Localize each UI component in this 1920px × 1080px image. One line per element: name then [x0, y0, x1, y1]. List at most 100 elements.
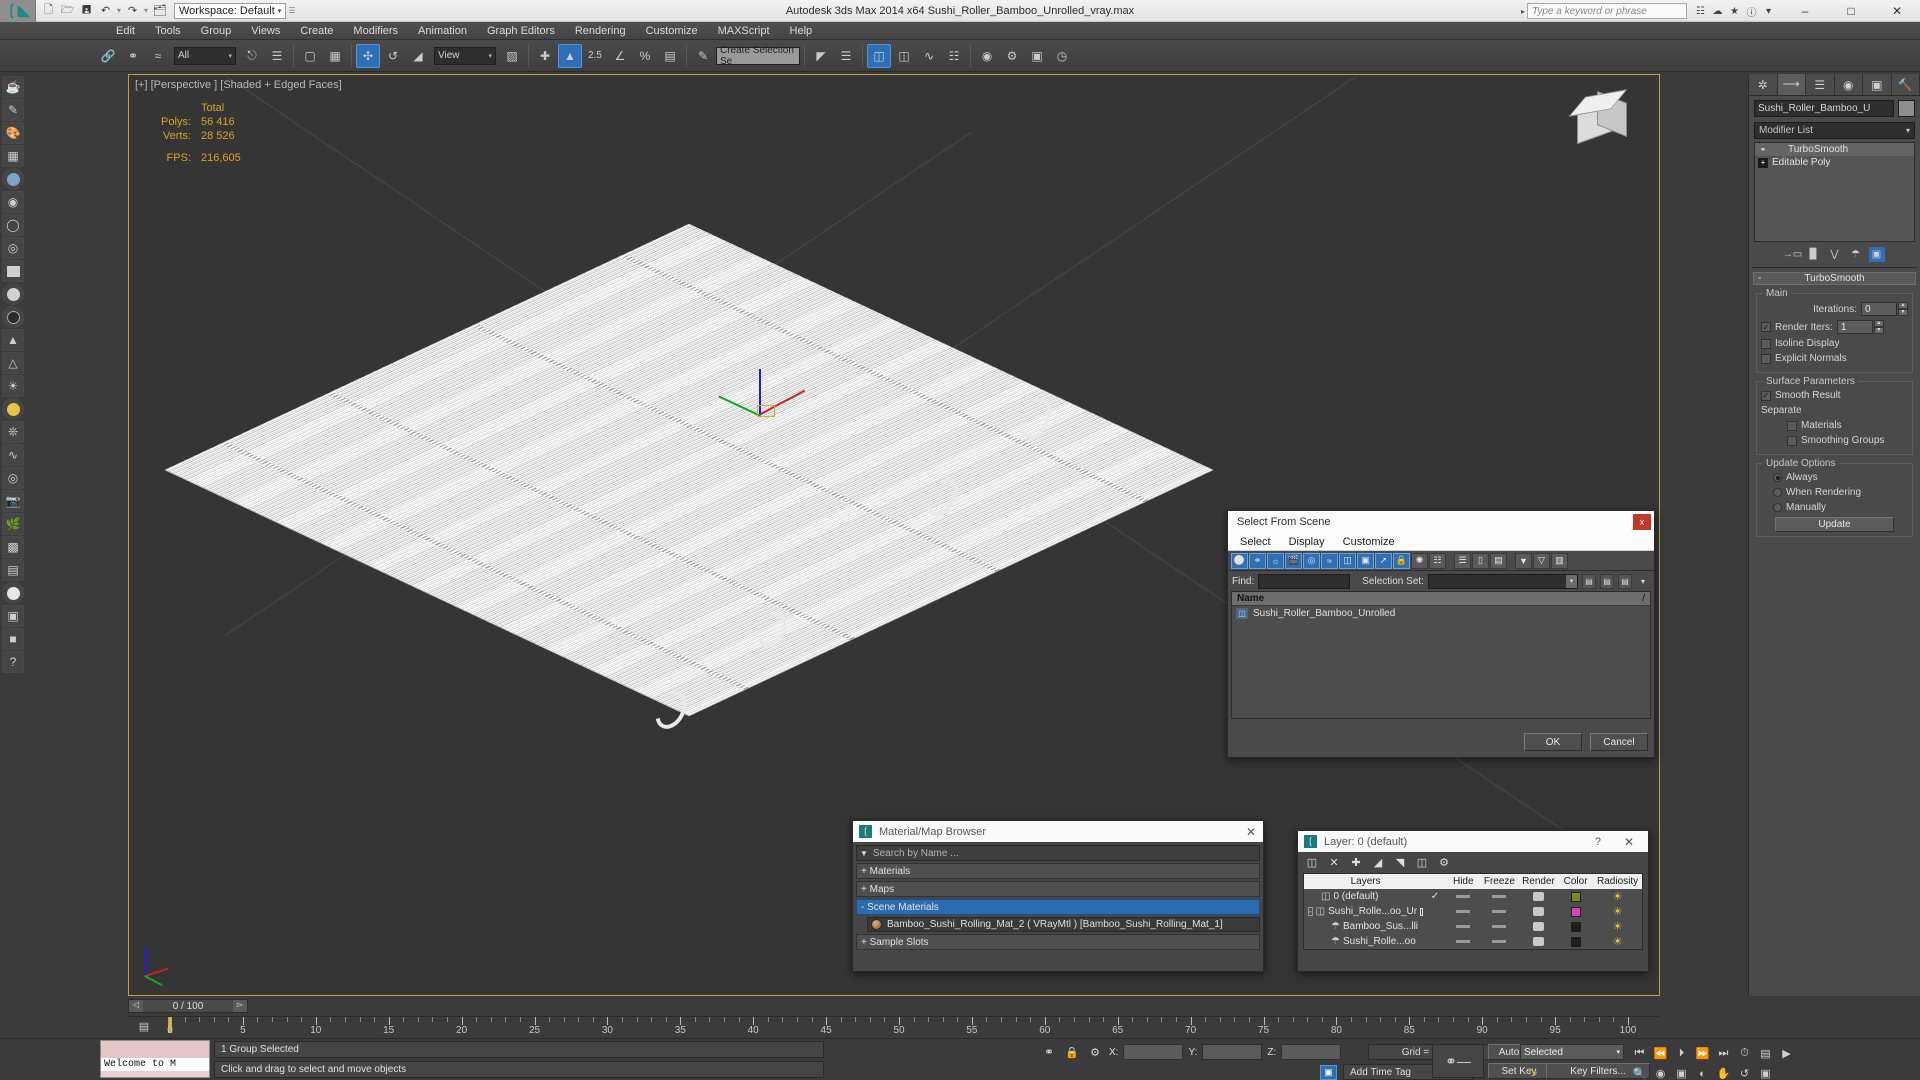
- show-end-result-icon[interactable]: ▉: [1806, 247, 1822, 262]
- layer-radiosity-icon[interactable]: ☀: [1593, 919, 1642, 934]
- explicit-normals-row[interactable]: Explicit Normals: [1761, 353, 1908, 364]
- workspace-menu-icon[interactable]: ☰: [288, 6, 295, 15]
- rectangular-selection-region-icon[interactable]: ▢: [298, 44, 322, 68]
- material-editor-icon[interactable]: ◉: [975, 44, 999, 68]
- minimize-button[interactable]: –: [1782, 0, 1828, 22]
- material-search-input[interactable]: Search by Name ...: [873, 848, 1259, 859]
- select-and-scale-icon[interactable]: ◢: [406, 44, 430, 68]
- cone-tool-icon[interactable]: ▲: [2, 329, 24, 351]
- select-and-link-icon[interactable]: 🔗: [96, 44, 120, 68]
- material-sphere-icon[interactable]: [2, 582, 24, 604]
- iterations-value[interactable]: 0: [1861, 302, 1897, 316]
- cylinder-tool-icon[interactable]: ◉: [2, 191, 24, 213]
- update-when-rendering-radio[interactable]: [1773, 488, 1782, 497]
- layer-freeze-toggle[interactable]: [1480, 919, 1519, 934]
- stack-item-turbosmooth[interactable]: ⚭ TurboSmooth: [1755, 143, 1914, 156]
- separate-smoothing-groups-checkbox[interactable]: [1787, 435, 1797, 446]
- save-file-icon[interactable]: 🖪: [78, 2, 95, 19]
- display-containers-icon[interactable]: 🔒: [1393, 552, 1410, 569]
- select-and-rotate-icon[interactable]: ↺: [381, 44, 405, 68]
- layer-render-toggle[interactable]: [1519, 934, 1558, 949]
- schematic-view-icon[interactable]: ☷: [942, 44, 966, 68]
- render-setup-icon[interactable]: ⚙: [1000, 44, 1024, 68]
- expand-minus-icon[interactable]: -: [1308, 907, 1313, 916]
- layer-freeze-toggle[interactable]: [1480, 889, 1519, 904]
- layer-row[interactable]: - ◫ Sushi_Rolle...oo_Ur ☀: [1304, 904, 1642, 919]
- layer-properties-icon[interactable]: ⚙: [1437, 856, 1451, 870]
- ok-button[interactable]: OK: [1524, 733, 1582, 751]
- open-file-icon[interactable]: 🗁: [59, 2, 76, 19]
- delete-layer-icon[interactable]: ✕: [1327, 856, 1341, 870]
- autodesk-360-icon[interactable]: ☁: [1710, 4, 1725, 19]
- edit-named-selection-sets-icon[interactable]: ✎: [691, 44, 715, 68]
- advanced-filter-icon[interactable]: ▽: [1533, 552, 1550, 569]
- render-iters-checkbox[interactable]: ✓: [1761, 322, 1771, 332]
- smooth-result-row[interactable]: ✓ Smooth Result: [1761, 390, 1908, 401]
- spinner-up-icon[interactable]: ▲: [1898, 302, 1908, 309]
- layer-radiosity-icon[interactable]: ☀: [1593, 889, 1642, 904]
- ribbon-toggle-icon[interactable]: ◫: [892, 44, 916, 68]
- unlink-selection-icon[interactable]: ⚭: [121, 44, 145, 68]
- percent-snap-toggle-icon[interactable]: %: [633, 44, 657, 68]
- render-icon[interactable]: ■: [2, 628, 24, 650]
- display-shapes-icon[interactable]: ⚭: [1249, 552, 1266, 569]
- menu-graph-editors[interactable]: Graph Editors: [477, 22, 565, 40]
- search-expand-icon[interactable]: ▸: [1521, 7, 1525, 16]
- menu-maxscript[interactable]: MAXScript: [708, 22, 780, 40]
- highlight-selected-objects-icon[interactable]: ◫: [1415, 856, 1429, 870]
- section-maps[interactable]: + Maps: [856, 881, 1260, 897]
- isoline-display-checkbox[interactable]: [1761, 338, 1771, 349]
- spinner-up-icon[interactable]: ▲: [1873, 320, 1884, 327]
- layer-render-toggle[interactable]: [1519, 904, 1558, 919]
- selection-set-dropdown[interactable]: ▾: [1427, 573, 1578, 589]
- pan-view-icon[interactable]: ✋: [1714, 1064, 1733, 1080]
- utilities-tab[interactable]: 🔨: [1891, 74, 1920, 95]
- select-and-manipulate-icon[interactable]: ✚: [533, 44, 557, 68]
- list-column-header[interactable]: Name /: [1232, 592, 1650, 606]
- display-hidden-icon[interactable]: ☷: [1429, 552, 1446, 569]
- display-helpers-icon[interactable]: ◎: [1303, 552, 1320, 569]
- layer-manager-icon[interactable]: ◫: [867, 43, 891, 68]
- brush-icon[interactable]: ✎: [2, 99, 24, 121]
- expand-all-icon[interactable]: ▯: [1472, 552, 1489, 569]
- orbit-icon[interactable]: ↺: [1735, 1064, 1754, 1080]
- menu-create[interactable]: Create: [290, 22, 343, 40]
- layer-radiosity-icon[interactable]: ☀: [1593, 934, 1642, 949]
- redo-icon[interactable]: ↷: [124, 2, 141, 19]
- close-icon[interactable]: ✕: [1624, 835, 1634, 849]
- view-cube[interactable]: [1568, 89, 1631, 153]
- help-tool-icon[interactable]: ?: [2, 651, 24, 673]
- layer-hide-toggle[interactable]: [1447, 934, 1480, 949]
- update-manually-radio[interactable]: [1773, 503, 1782, 512]
- menu-modifiers[interactable]: Modifiers: [343, 22, 408, 40]
- layer-row[interactable]: ☂ Sushi_Rolle...oo ☀: [1304, 934, 1642, 949]
- update-always-row[interactable]: Always: [1761, 472, 1908, 483]
- scene-object-list[interactable]: Name / ◫ Sushi_Roller_Bamboo_Unrolled: [1231, 591, 1651, 719]
- dialog-menu-select[interactable]: Select: [1240, 536, 1271, 548]
- help-icon[interactable]: ?: [1595, 836, 1601, 848]
- scene-material-item[interactable]: Bamboo_Sushi_Rolling_Mat_2 ( VRayMtl ) […: [867, 917, 1260, 932]
- dialog-title-bar[interactable]: ❲ Material/Map Browser ✕: [853, 821, 1263, 842]
- display-bones-icon[interactable]: ➚: [1375, 552, 1392, 569]
- stack-item-editable-poly[interactable]: + Editable Poly: [1755, 156, 1914, 169]
- plant-icon[interactable]: 🌿: [2, 513, 24, 535]
- y-coordinate-input[interactable]: [1202, 1044, 1263, 1060]
- display-cameras-icon[interactable]: 🎬: [1285, 552, 1302, 569]
- display-space-warps-icon[interactable]: ≈: [1321, 552, 1338, 569]
- update-manually-row[interactable]: Manually: [1761, 502, 1908, 513]
- pin-stack-icon[interactable]: →▭: [1783, 247, 1802, 262]
- use-pivot-point-center-icon[interactable]: ▨: [500, 44, 524, 68]
- field-of-view-icon[interactable]: ◐: [1693, 1064, 1712, 1080]
- ellipse-tool-icon[interactable]: [2, 283, 24, 305]
- select-objects-in-layer-icon[interactable]: ◢: [1371, 856, 1385, 870]
- zoom-icon[interactable]: 🔍: [1630, 1064, 1649, 1080]
- isoline-display-row[interactable]: Isoline Display: [1761, 338, 1908, 349]
- redo-dropdown-icon[interactable]: ▾: [143, 6, 149, 15]
- zoom-all-icon[interactable]: ◉: [1651, 1064, 1670, 1080]
- spinner-down-icon[interactable]: ▼: [1873, 327, 1884, 334]
- layer-color-swatch[interactable]: [1558, 934, 1593, 949]
- spinner-down-icon[interactable]: ▼: [1898, 309, 1908, 316]
- display-geometry-icon[interactable]: ⚪: [1231, 552, 1248, 569]
- spinner-snap-toggle-icon[interactable]: ▤: [658, 44, 682, 68]
- isolate-selection-icon[interactable]: ⚭: [1040, 1045, 1058, 1059]
